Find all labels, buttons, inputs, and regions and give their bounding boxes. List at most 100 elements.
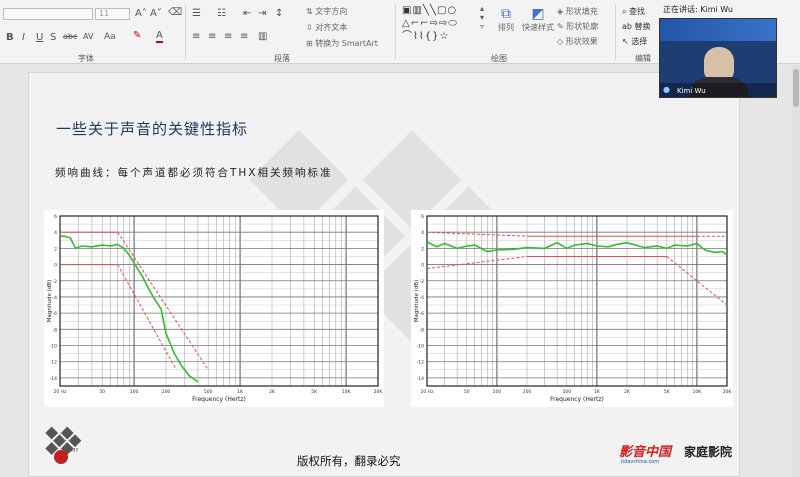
y-tick-label: -4 xyxy=(53,295,58,301)
separator xyxy=(615,4,616,60)
y-tick-label: 2 xyxy=(54,246,57,252)
x-tick-label: 1K xyxy=(237,389,244,395)
align-text-button[interactable]: ⇳ 对齐文本 xyxy=(306,22,347,33)
columns-icon[interactable]: ▥ xyxy=(258,31,267,42)
align-right-icon[interactable]: ≡ xyxy=(224,31,232,42)
y-tick-label: 0 xyxy=(54,263,57,269)
y-tick-label: -2 xyxy=(53,279,58,285)
font-name-combo[interactable] xyxy=(3,8,93,20)
x-tick-label: 1K xyxy=(594,389,601,395)
video-banner xyxy=(660,19,776,41)
bullets-icon[interactable]: ☰ xyxy=(192,8,201,19)
y-axis-label: Magnitude (dB) xyxy=(47,280,53,322)
shapes-gallery[interactable]: ▣▥╲╲▢○ △⌐⌐⇨⇨⬭ ⌒⌇⌇{}☆ xyxy=(402,4,480,46)
x-tick-label: 100 xyxy=(493,389,502,395)
select-label: 选择 xyxy=(631,37,648,46)
y-tick-label: -10 xyxy=(417,344,424,350)
arrange-icon: ⧉ xyxy=(501,6,511,22)
x-tick-label: 200 xyxy=(162,389,171,395)
y-tick-label: 0 xyxy=(421,263,424,269)
editing-group-label: 编辑 xyxy=(635,54,651,63)
x-tick-label: 5K xyxy=(664,389,671,395)
fill-icon: ◈ xyxy=(557,7,566,16)
x-tick-label: 20 Hz xyxy=(421,389,435,395)
x-tick-label: 10K xyxy=(342,389,352,395)
slide-title[interactable]: 一些关于声音的关键性指标 xyxy=(56,118,248,139)
shrink-font-button[interactable]: A˅ xyxy=(150,8,162,19)
y-tick-label: -14 xyxy=(417,376,424,382)
underline-button[interactable]: U xyxy=(36,32,43,43)
scrollbar-thumb[interactable] xyxy=(793,69,799,107)
x-tick-label: 100 xyxy=(130,389,139,395)
replace-button[interactable]: ab 替换 xyxy=(622,21,651,32)
shape-outline-label: 形状轮廓 xyxy=(566,22,599,31)
change-case-button[interactable]: Aa xyxy=(104,32,116,42)
slide-subtitle[interactable]: 频响曲线：每个声道都必须符合THX相关频响标准 xyxy=(55,165,333,180)
arrange-label: 排列 xyxy=(498,23,514,32)
x-tick-label: 200 xyxy=(523,389,532,395)
x-tick-label: 500 xyxy=(562,389,571,395)
grow-font-button[interactable]: A˄ xyxy=(135,8,147,19)
italic-button[interactable]: I xyxy=(22,32,25,43)
align-text-icon: ⇳ xyxy=(306,23,316,32)
brand-logos: 影音中国 hdavchina.com 家庭影院 xyxy=(619,441,739,469)
char-spacing-button[interactable]: AV xyxy=(83,32,93,41)
frequency-response-chart-right[interactable]: 6 4 2 0 -2 -4 -6 -8 -10 -12 -14 20 Hz 50 100 200 500 1K 2… xyxy=(411,210,733,407)
gallery-scroll-icon[interactable]: ▴ ▾ ▿ xyxy=(480,4,484,31)
shape-fill-button[interactable]: ◈ 形状填充 xyxy=(557,6,598,17)
slide-canvas[interactable]: 一些关于声音的关键性指标 频响曲线：每个声道都必须符合THX相关频响标准 6 4 2… xyxy=(28,72,740,477)
highlight-icon[interactable]: ✎ xyxy=(133,30,141,41)
indent-icon[interactable]: ⇥ xyxy=(258,8,266,19)
y-tick-label: -8 xyxy=(420,327,425,333)
quick-styles-icon: ◩ xyxy=(531,6,545,22)
presenter-figure xyxy=(704,47,734,81)
y-tick-label: -12 xyxy=(417,360,424,366)
arrange-button[interactable]: ⧉ 排列 xyxy=(495,6,517,46)
y-tick-label: -10 xyxy=(50,344,57,350)
line-spacing-icon[interactable]: ↕ xyxy=(275,8,283,19)
vertical-scrollbar[interactable] xyxy=(792,65,800,477)
x-tick-label: 20K xyxy=(723,389,733,395)
convert-smartart-button[interactable]: ⊞ 转换为 SmartArt xyxy=(306,38,378,49)
find-icon: ⌕ xyxy=(622,7,630,16)
x-axis-label: Frequency (Hertz) xyxy=(550,396,604,403)
plot-frame xyxy=(59,215,379,387)
font-color-button[interactable]: A xyxy=(156,30,163,43)
x-tick-label: 50 xyxy=(464,389,470,395)
x-axis-label: Frequency (Hertz) xyxy=(192,396,246,403)
numbering-icon[interactable]: ☷ xyxy=(217,8,226,19)
find-button[interactable]: ⌕ 查找 xyxy=(622,6,645,17)
shadow-button[interactable]: S xyxy=(50,32,56,43)
align-center-icon[interactable]: ≡ xyxy=(208,31,216,42)
outdent-icon[interactable]: ⇤ xyxy=(243,8,251,19)
align-left-icon[interactable]: ≡ xyxy=(192,31,200,42)
x-tick-label: 2K xyxy=(624,389,631,395)
replace-label: 替换 xyxy=(634,22,651,31)
select-button[interactable]: ↖ 选择 xyxy=(622,36,647,47)
grow-font-label: A xyxy=(135,8,142,19)
clear-format-icon[interactable]: ⌫ xyxy=(168,7,182,18)
y-tick-label: -2 xyxy=(420,279,425,285)
shrink-font-label: A xyxy=(150,8,157,19)
bold-button[interactable]: B xyxy=(6,32,14,43)
text-direction-button[interactable]: ⇅ 文字方向 xyxy=(306,6,347,17)
font-size-combo[interactable]: 11 xyxy=(95,8,130,20)
shape-outline-button[interactable]: ✎ 形状轮廓 xyxy=(557,21,598,32)
x-tick-label: 50 xyxy=(99,389,105,395)
frequency-response-chart-left[interactable]: 6 4 2 0 -2 -4 -6 -8 -10 -12 -14 20 Hz 50 100 200 500 1K 2… xyxy=(44,210,384,407)
tolerance-limit-line xyxy=(426,256,528,270)
presenter-name: Kimi Wu xyxy=(677,87,706,95)
y-tick-label: -12 xyxy=(50,360,57,366)
justify-icon[interactable]: ≡ xyxy=(240,31,248,42)
x-tick-label: 5K xyxy=(311,389,318,395)
powerpoint-window: { "ribbon": { "groups": { "font": "字体", … xyxy=(0,0,800,477)
presenter-video[interactable]: ● Kimi Wu xyxy=(659,18,777,98)
separator xyxy=(185,4,186,60)
strikethrough-button[interactable]: abc xyxy=(63,32,77,41)
shape-effects-button[interactable]: ◇ 形状效果 xyxy=(557,36,598,47)
frequency-response-svg-left: 6 4 2 0 -2 -4 -6 -8 -10 -12 -14 20 Hz 50 100 200 500 1K 2… xyxy=(47,214,383,403)
copyright-footer[interactable]: 版权所有，翻录必究 xyxy=(297,453,401,469)
x-tick-label: 20 Hz xyxy=(54,389,68,395)
quick-styles-button[interactable]: ◩ 快速样式 xyxy=(522,6,554,46)
replace-icon: ab xyxy=(622,22,635,31)
